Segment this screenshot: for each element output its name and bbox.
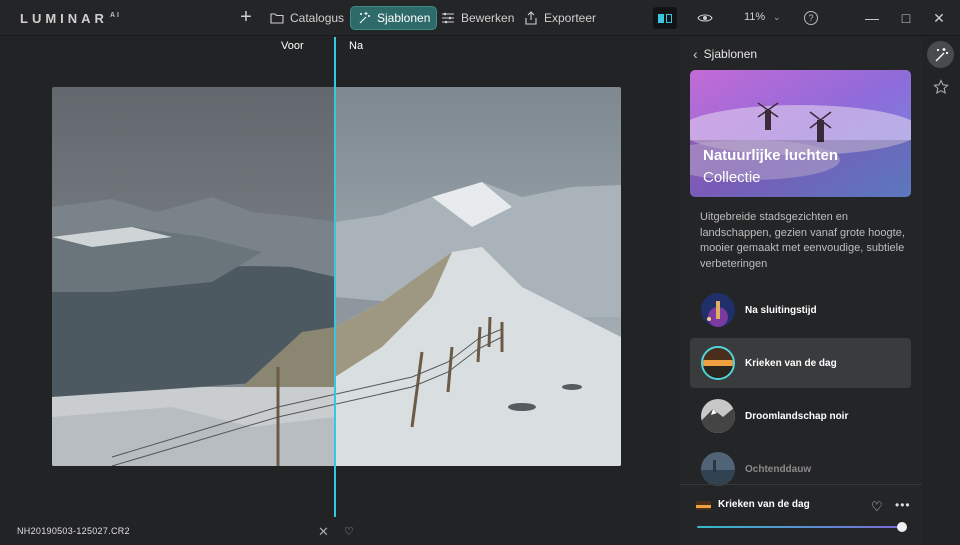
- back-to-templates-button[interactable]: ‹ Sjablonen: [693, 46, 757, 62]
- eye-icon[interactable]: [697, 11, 713, 25]
- reject-icon[interactable]: ✕: [318, 524, 329, 540]
- star-icon: [932, 78, 949, 94]
- minimize-button[interactable]: —: [862, 8, 882, 28]
- magic-sparkle-icon: [359, 12, 370, 24]
- collection-title: Natuurlijke luchten: [703, 147, 839, 164]
- panel-separator: [680, 484, 922, 485]
- app-logo: LUMINAR AI: [20, 11, 121, 26]
- selected-template: Krieken van de dag: [696, 499, 810, 510]
- add-button[interactable]: +: [236, 7, 256, 28]
- template-item[interactable]: Ochtenddauw: [690, 444, 911, 494]
- favorites-rail-button[interactable]: [927, 73, 954, 100]
- compare-divider-handle[interactable]: [334, 37, 336, 517]
- templates-button[interactable]: Sjablonen: [350, 6, 438, 30]
- compare-toggle-button[interactable]: [653, 7, 677, 29]
- template-item[interactable]: Na sluitingstijd: [690, 285, 911, 335]
- after-label: Na: [349, 40, 364, 52]
- right-rail: [922, 37, 960, 545]
- top-bar: LUMINAR AI + Catalogus Sjablonen Bewerken…: [0, 0, 960, 36]
- template-item[interactable]: Droomlandschap noir: [690, 391, 911, 441]
- template-thumbnail: [701, 452, 735, 486]
- template-thumbnail: [701, 399, 735, 433]
- template-item-active[interactable]: Krieken van de dag: [690, 338, 911, 388]
- heart-icon[interactable]: ♡: [871, 499, 883, 515]
- folder-icon: [270, 13, 284, 24]
- zoom-level[interactable]: 11%: [744, 11, 765, 23]
- compare-right-icon: [666, 13, 672, 23]
- sliders-icon: [442, 12, 454, 24]
- chevron-left-icon: ‹: [693, 46, 698, 62]
- chevron-down-icon[interactable]: ⌄: [773, 12, 781, 23]
- more-options-icon[interactable]: •••: [895, 498, 911, 512]
- catalog-button[interactable]: Catalogus: [264, 6, 350, 30]
- main-photo[interactable]: [52, 87, 621, 466]
- amount-slider-handle[interactable]: [897, 522, 907, 532]
- favorite-icon[interactable]: ♡: [344, 525, 354, 538]
- filename-label: NH20190503-125027.CR2: [17, 526, 130, 536]
- collection-description: Uitgebreide stadsgezichten en landschapp…: [700, 211, 905, 270]
- template-thumbnail: [701, 293, 735, 327]
- compare-left-icon: [658, 13, 664, 23]
- amount-slider-track[interactable]: [697, 526, 902, 528]
- help-icon[interactable]: ?: [804, 11, 818, 25]
- collection-subtitle: Collectie: [703, 169, 761, 186]
- magic-wand-icon: [935, 47, 948, 61]
- export-button[interactable]: Exporteer: [518, 6, 602, 30]
- close-button[interactable]: ✕: [929, 8, 949, 28]
- maximize-button[interactable]: □: [896, 8, 916, 28]
- edit-button[interactable]: Bewerken: [435, 6, 520, 30]
- templates-rail-button[interactable]: [927, 41, 954, 68]
- share-icon: [525, 11, 537, 25]
- before-label: Voor: [281, 40, 304, 52]
- template-thumbnail: [701, 346, 735, 380]
- selected-template-thumbnail: [696, 499, 711, 510]
- bottom-bar: NH20190503-125027.CR2 ✕ ♡: [0, 519, 670, 545]
